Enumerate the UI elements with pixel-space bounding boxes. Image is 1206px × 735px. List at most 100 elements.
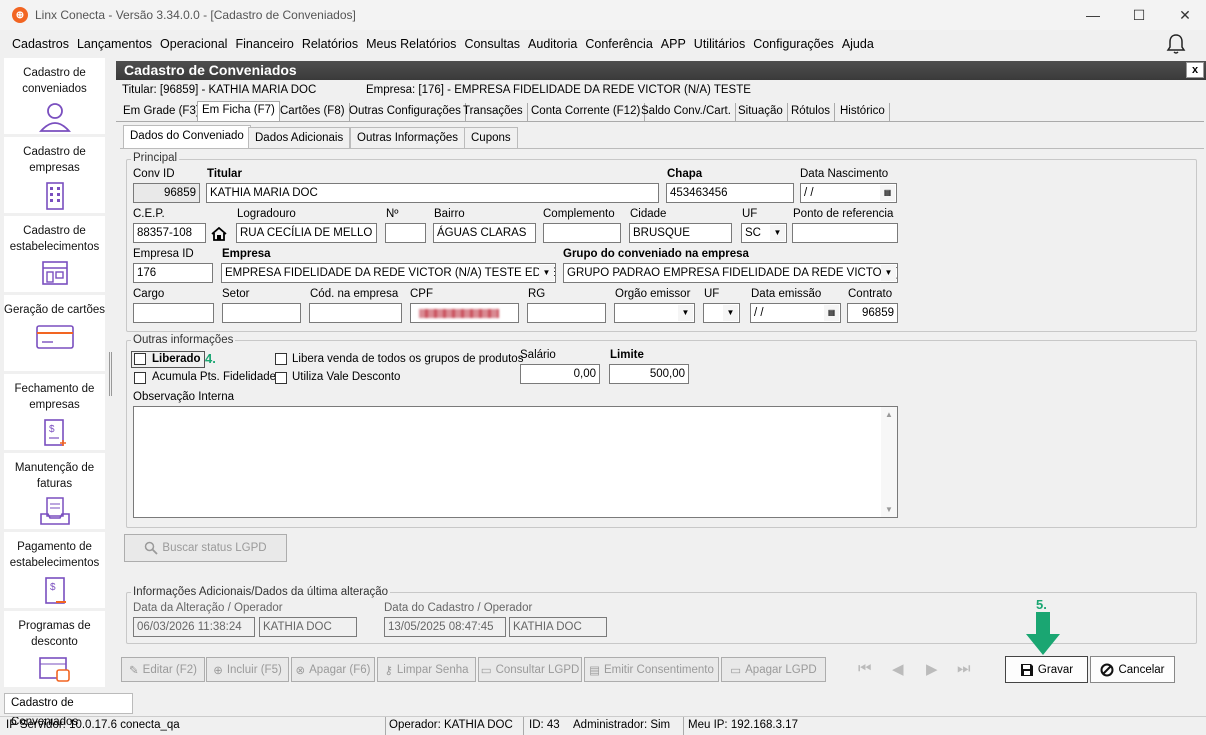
bairro-field[interactable]: ÁGUAS CLARAS [433, 223, 536, 243]
consultar-lgpd-button[interactable]: ▭ Consultar LGPD [478, 657, 582, 682]
tab-cartoes[interactable]: Cartões (F8) [276, 103, 350, 121]
setor-field[interactable] [222, 303, 301, 323]
editar-button[interactable]: ✎ Editar (F2) [121, 657, 205, 682]
menu-meus-relatorios[interactable]: Meus Relatórios [366, 37, 456, 51]
prev-record-icon[interactable]: ◀ [892, 660, 904, 678]
empresa-id-field[interactable]: 176 [133, 263, 213, 283]
chevron-down-icon[interactable]: ▼ [881, 265, 896, 281]
next-record-icon[interactable]: ▶ [926, 660, 938, 678]
close-window-button[interactable]: ✕ [1162, 0, 1206, 30]
menu-app[interactable]: APP [661, 37, 686, 51]
cpf-field[interactable] [410, 303, 519, 323]
acumula-checkbox[interactable] [134, 372, 146, 384]
subtab-dados-adicionais[interactable]: Dados Adicionais [248, 127, 351, 149]
grupo-select[interactable]: GRUPO PADRAO EMPRESA FIDELIDADE DA REDE … [563, 263, 898, 283]
cod-empresa-field[interactable] [309, 303, 402, 323]
calendar-icon[interactable]: ▦ [824, 305, 839, 321]
tab-outras-configuracoes[interactable]: Outras Configurações [345, 103, 466, 121]
cancelar-button[interactable]: Cancelar [1090, 656, 1175, 683]
sidebar-item-estabelecimentos[interactable]: Cadastro de estabelecimentos [4, 216, 105, 292]
vale-desconto-checkbox[interactable] [275, 372, 287, 384]
contrato-field[interactable]: 96859 [847, 303, 898, 323]
cidade-label: Cidade [630, 208, 667, 220]
complemento-field[interactable] [543, 223, 621, 243]
sidebar-item-fechamento[interactable]: Fechamento de empresas $ [4, 374, 105, 450]
sidebar-item-faturas[interactable]: Manutenção de faturas [4, 453, 105, 529]
menu-conferencia[interactable]: Conferência [585, 37, 652, 51]
menu-lancamentos[interactable]: Lançamentos [77, 37, 152, 51]
chevron-down-icon[interactable]: ▼ [723, 305, 738, 321]
apagar-button[interactable]: ⊗ Apagar (F6) [291, 657, 375, 682]
numero-field[interactable] [385, 223, 426, 243]
form-close-button[interactable]: x [1186, 62, 1204, 78]
logradouro-field[interactable]: RUA CECÍLIA DE MELLO SI [236, 223, 377, 243]
tab-rotulos[interactable]: Rótulos [787, 103, 835, 121]
menu-relatorios[interactable]: Relatórios [302, 37, 358, 51]
observacao-scrollbar[interactable]: ▲ ▼ [881, 407, 897, 517]
chevron-down-icon[interactable]: ▼ [678, 305, 693, 321]
emitir-consentimento-button[interactable]: ▤ Emitir Consentimento [584, 657, 719, 682]
maximize-button[interactable]: ☐ [1116, 0, 1162, 30]
sidebar-splitter[interactable] [109, 352, 112, 396]
menu-configuracoes[interactable]: Configurações [753, 37, 834, 51]
last-record-icon[interactable]: ⏭ [957, 660, 971, 677]
menu-utilitarios[interactable]: Utilitários [694, 37, 745, 51]
empresa-select[interactable]: EMPRESA FIDELIDADE DA REDE VICTOR (N/A) … [221, 263, 556, 283]
emissao-field[interactable]: / / ▦ [750, 303, 841, 323]
limite-field[interactable]: 500,00 [609, 364, 689, 384]
subtab-dados-conveniado[interactable]: Dados do Conveniado [123, 125, 251, 149]
cep-field[interactable]: 88357-108 [133, 223, 206, 243]
uf-select[interactable]: SC ▼ [741, 223, 787, 243]
scroll-up-icon[interactable]: ▲ [885, 410, 893, 419]
sidebar-item-descontos[interactable]: Programas de desconto [4, 611, 105, 687]
chevron-down-icon[interactable]: ▼ [539, 265, 554, 281]
sidebar-item-cartoes[interactable]: Geração de cartões [4, 295, 105, 371]
tab-conta-corrente[interactable]: Conta Corrente (F12) [527, 103, 646, 121]
menu-ajuda[interactable]: Ajuda [842, 37, 874, 51]
menu-consultas[interactable]: Consultas [464, 37, 520, 51]
minimize-button[interactable]: — [1070, 0, 1116, 30]
nascimento-field[interactable]: / / ▦ [800, 183, 897, 203]
apagar-lgpd-button[interactable]: ▭ Apagar LGPD [721, 657, 826, 682]
limpar-senha-button[interactable]: ⚷ Limpar Senha [377, 657, 476, 682]
cargo-field[interactable] [133, 303, 214, 323]
incluir-button[interactable]: ⊕ Incluir (F5) [206, 657, 289, 682]
menu-operacional[interactable]: Operacional [160, 37, 227, 51]
scroll-down-icon[interactable]: ▼ [885, 505, 893, 514]
liberado-checkbox[interactable] [134, 353, 146, 365]
chapa-field[interactable]: 453463456 [666, 183, 794, 203]
home-icon[interactable] [211, 227, 227, 241]
uf2-select[interactable]: ▼ [703, 303, 740, 323]
sidebar-item-pagamento[interactable]: Pagamento de estabelecimentos $ [4, 532, 105, 608]
rg-field[interactable] [527, 303, 606, 323]
menu-cadastros[interactable]: Cadastros [12, 37, 69, 51]
subtab-outras-informacoes[interactable]: Outras Informações [350, 127, 465, 149]
sidebar-item-conveniados[interactable]: Cadastro de conveniados [4, 58, 105, 134]
observacao-textarea[interactable]: ▲ ▼ [133, 406, 898, 518]
chevron-down-icon[interactable]: ▼ [770, 225, 785, 241]
tab-situacao[interactable]: Situação [734, 103, 788, 121]
tab-transacoes[interactable]: Transações [459, 103, 528, 121]
sidebar-item-empresas[interactable]: Cadastro de empresas [4, 137, 105, 213]
calendar-icon[interactable]: ▦ [880, 185, 895, 201]
bottom-window-tab[interactable]: Cadastro de Conveniados [4, 693, 133, 728]
tab-em-ficha[interactable]: Em Ficha (F7) [197, 101, 280, 121]
titular-field[interactable]: KATHIA MARIA DOC [206, 183, 659, 203]
status-separator [523, 717, 524, 735]
menu-auditoria[interactable]: Auditoria [528, 37, 577, 51]
cidade-field[interactable]: BRUSQUE [629, 223, 732, 243]
first-record-icon[interactable]: ⏮ [858, 660, 872, 677]
notification-bell-icon[interactable] [1166, 33, 1186, 55]
subtab-cupons[interactable]: Cupons [464, 127, 518, 149]
menu-bar: Cadastros Lançamentos Operacional Financ… [0, 32, 1206, 56]
orgao-select[interactable]: ▼ [614, 303, 695, 323]
buscar-lgpd-button[interactable]: Buscar status LGPD [124, 534, 287, 562]
tab-saldo[interactable]: Saldo Conv./Cart. [637, 103, 736, 121]
libera-venda-checkbox[interactable] [275, 353, 287, 365]
salario-field[interactable]: 0,00 [520, 364, 600, 384]
menu-financeiro[interactable]: Financeiro [235, 37, 293, 51]
referencia-field[interactable] [792, 223, 898, 243]
gravar-button[interactable]: Gravar [1005, 656, 1088, 683]
tab-em-grade[interactable]: Em Grade (F3) [119, 103, 205, 121]
tab-historico[interactable]: Histórico [836, 103, 890, 121]
